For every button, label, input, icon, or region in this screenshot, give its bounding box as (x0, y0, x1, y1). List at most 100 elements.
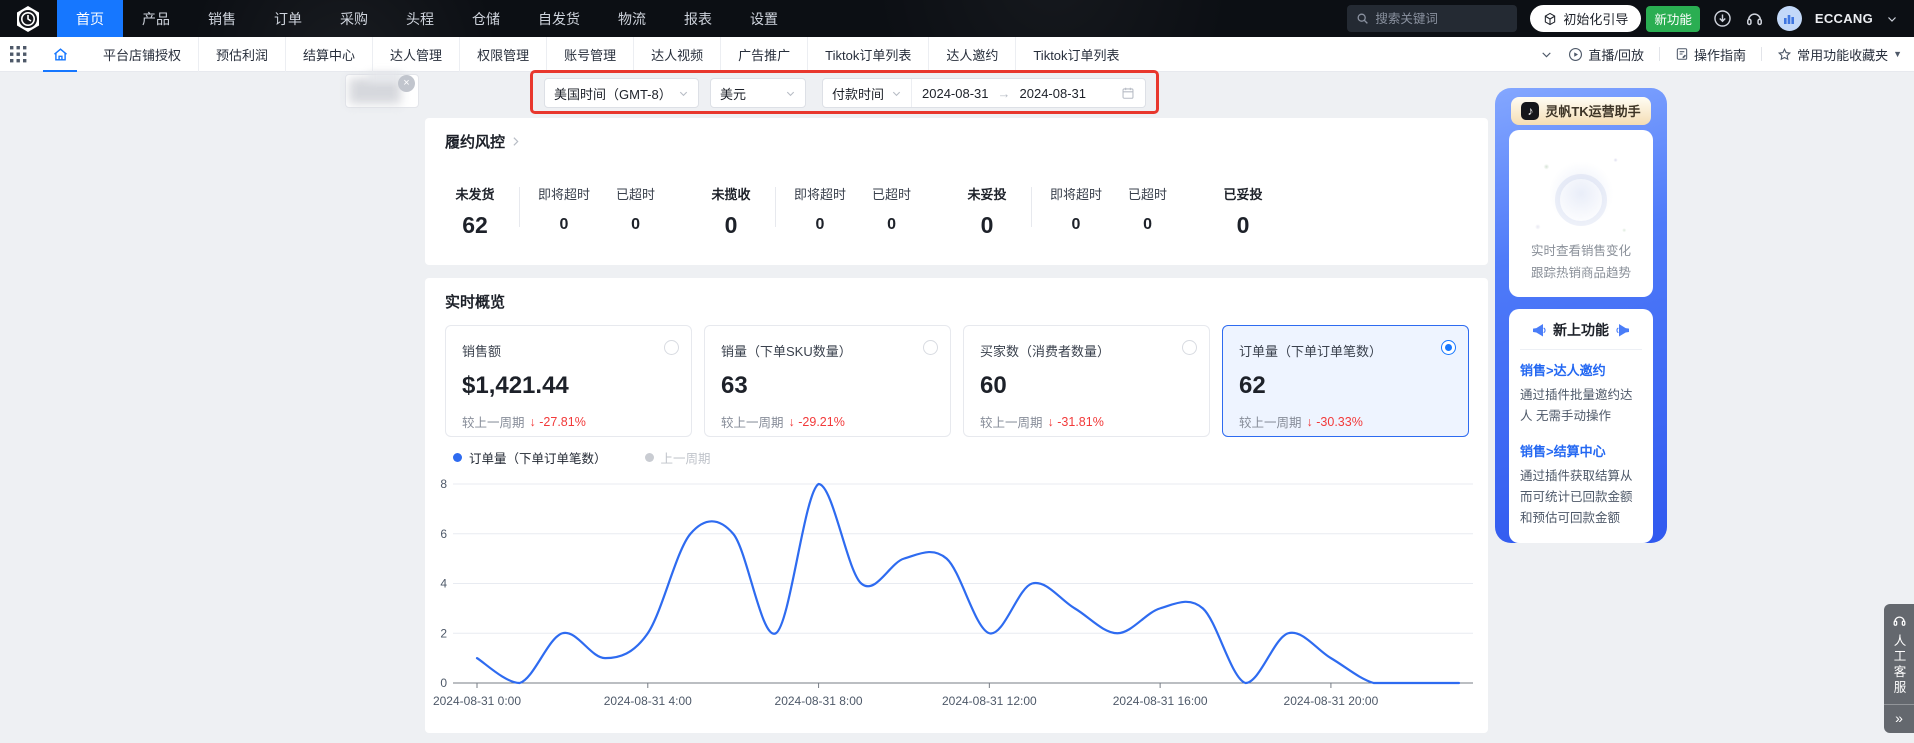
fulfillment-title[interactable]: 履约风控 (445, 131, 522, 152)
apps-grid-icon[interactable] (10, 46, 27, 63)
stat-about-to-timeout[interactable]: 即将超时0 (794, 184, 846, 239)
sub-nav-right: 直播/回放 操作指南 常用功能收藏夹 ▼ (1540, 45, 1914, 64)
top-menu-logistics[interactable]: 物流 (599, 0, 665, 37)
svg-text:2024-08-31 4:00: 2024-08-31 4:00 (604, 694, 692, 708)
divider (1659, 47, 1660, 61)
date-end-value: 2024-08-31 (1020, 86, 1087, 101)
svg-text:2024-08-31 8:00: 2024-08-31 8:00 (775, 694, 863, 708)
top-menu-product[interactable]: 产品 (123, 0, 189, 37)
tab-account-management[interactable]: 账号管理 (547, 37, 634, 72)
favorites-link[interactable]: 常用功能收藏夹 ▼ (1777, 45, 1902, 64)
chevron-down-icon (785, 88, 796, 99)
cube-icon (1543, 12, 1557, 26)
new-features-title: 新上功能 (1553, 320, 1609, 340)
init-guide-label: 初始化引导 (1563, 9, 1628, 28)
tab-tiktok-order-list-2[interactable]: Tiktok订单列表 (1016, 37, 1136, 72)
new-feature-badge: 新功能 (1646, 6, 1700, 32)
orders-line-chart: 024682024-08-31 0:002024-08-31 4:002024-… (425, 468, 1485, 723)
top-menu-settings[interactable]: 设置 (731, 0, 797, 37)
tk-assistant-panel: ♪ 灵帆TK运营助手 实时查看销售变化 跟踪热销商品趋势 新上功能 销售>达人邀… (1495, 88, 1667, 543)
date-range-picker[interactable]: 2024-08-31 → 2024-08-31 (912, 86, 1145, 101)
radio-unchecked[interactable] (664, 340, 679, 355)
top-menu-purchase[interactable]: 采购 (321, 0, 387, 37)
tab-permission-management[interactable]: 权限管理 (460, 37, 547, 72)
tab-tiktok-order-list-1[interactable]: Tiktok订单列表 (808, 37, 929, 72)
stat-group-delivered: 已妥投 0 (1215, 184, 1271, 239)
app-logo-icon[interactable] (13, 4, 43, 34)
top-menu-warehouse[interactable]: 仓储 (453, 0, 519, 37)
tab-creator-video[interactable]: 达人视频 (634, 37, 721, 72)
home-tab[interactable] (40, 37, 80, 72)
radio-checked[interactable] (1441, 340, 1456, 355)
stat-uncollected[interactable]: 未揽收 0 (703, 184, 759, 239)
top-menu-sales[interactable]: 销售 (189, 0, 255, 37)
svg-text:2024-08-31 20:00: 2024-08-31 20:00 (1284, 694, 1379, 708)
svg-text:2024-08-31 16:00: 2024-08-31 16:00 (1113, 694, 1208, 708)
download-icon[interactable] (1713, 9, 1732, 28)
timezone-select[interactable]: 美国时间（GMT-8） (544, 78, 699, 108)
stat-timed-out[interactable]: 已超时0 (872, 184, 911, 239)
date-type-select[interactable]: 付款时间 (823, 79, 912, 107)
legend-order-count[interactable]: 订单量（下单订单笔数） (453, 448, 607, 467)
assistant-promo-card[interactable]: 实时查看销售变化 跟踪热销商品趋势 (1509, 130, 1653, 297)
store-clear-icon[interactable]: × (398, 75, 415, 92)
top-menu: 首页 产品 销售 订单 采购 头程 仓储 自发货 物流 报表 设置 (57, 0, 797, 37)
radio-unchecked[interactable] (923, 340, 938, 355)
down-arrow-icon: ↓ (1048, 415, 1054, 429)
stat-unshipped[interactable]: 未发货 62 (447, 184, 503, 239)
account-name[interactable]: ECCANG (1815, 11, 1873, 26)
stat-delivered[interactable]: 已妥投 0 (1215, 184, 1271, 239)
chevron-down-icon (891, 88, 902, 99)
support-label: 人工客服 (1890, 634, 1909, 696)
tab-creator-invite[interactable]: 达人邀约 (929, 37, 1016, 72)
promo-illustration-ring (1555, 174, 1607, 226)
top-menu-home[interactable]: 首页 (57, 0, 123, 37)
top-menu-self-fulfillment[interactable]: 自发货 (519, 0, 599, 37)
stat-about-to-timeout[interactable]: 即将超时0 (1050, 184, 1102, 239)
currency-select[interactable]: 美元 (710, 78, 806, 108)
down-arrow-icon: ↓ (530, 415, 536, 429)
top-menu-first-leg[interactable]: 头程 (387, 0, 453, 37)
stat-undelivered[interactable]: 未妥投 0 (959, 184, 1015, 239)
tabs-overflow-chevron-icon[interactable] (1540, 48, 1553, 61)
live-replay-link[interactable]: 直播/回放 (1568, 45, 1644, 64)
top-menu-orders[interactable]: 订单 (255, 0, 321, 37)
top-nav-right: 初始化引导 新功能 ECCANG (1347, 5, 1914, 32)
account-chevron-down-icon[interactable] (1886, 13, 1898, 25)
chevron-right-icon (509, 135, 522, 148)
feature-link-settlement[interactable]: 销售>结算中心 (1520, 441, 1642, 460)
calendar-icon (1121, 86, 1135, 100)
customer-support-widget[interactable]: 人工客服 » (1884, 604, 1914, 733)
date-filter: 付款时间 2024-08-31 → 2024-08-31 (822, 78, 1146, 108)
operation-guide-link[interactable]: 操作指南 (1675, 45, 1746, 64)
feature-desc: 通过插件获取结算从而可统计已回款金额和预估可回款金额 (1520, 466, 1642, 529)
card-sku-quantity[interactable]: 销量（下单SKU数量） 63 较上一周期↓ -29.21% (704, 325, 951, 437)
timezone-value: 美国时间（GMT-8） (554, 84, 672, 103)
tab-ad-promotion[interactable]: 广告推广 (721, 37, 808, 72)
card-order-count[interactable]: 订单量（下单订单笔数） 62 较上一周期↓ -30.33% (1222, 325, 1469, 437)
card-sales-amount[interactable]: 销售额 $1,421.44 较上一周期↓ -27.81% (445, 325, 692, 437)
tab-creator-management[interactable]: 达人管理 (373, 37, 460, 72)
feature-link-creator-invite[interactable]: 销售>达人邀约 (1520, 360, 1642, 379)
search-input[interactable] (1375, 12, 1508, 26)
avatar[interactable] (1777, 6, 1802, 31)
stat-timed-out[interactable]: 已超时0 (616, 184, 655, 239)
global-search[interactable] (1347, 5, 1517, 32)
fulfillment-risk-panel: 履约风控 未发货 62 即将超时0 已超时0 未揽收 0 即将超时0 已超时0 (425, 118, 1488, 265)
init-guide-button[interactable]: 初始化引导 (1530, 5, 1641, 32)
top-menu-reports[interactable]: 报表 (665, 0, 731, 37)
svg-text:2: 2 (440, 626, 447, 640)
tab-estimated-profit[interactable]: 预估利润 (199, 37, 286, 72)
legend-previous-period[interactable]: 上一周期 (645, 448, 711, 467)
tab-platform-store-auth[interactable]: 平台店铺授权 (86, 37, 199, 72)
tk-assistant-header[interactable]: ♪ 灵帆TK运营助手 (1511, 97, 1650, 125)
feature-desc: 通过插件批量邀约达人 无需手动操作 (1520, 385, 1642, 427)
card-buyers[interactable]: 买家数（消费者数量） 60 较上一周期↓ -31.81% (963, 325, 1210, 437)
collapse-chevrons-icon[interactable]: » (1895, 705, 1903, 733)
overview-title: 实时概览 (445, 291, 505, 312)
radio-unchecked[interactable] (1182, 340, 1197, 355)
stat-timed-out[interactable]: 已超时0 (1128, 184, 1167, 239)
headset-icon[interactable] (1745, 9, 1764, 28)
stat-about-to-timeout[interactable]: 即将超时0 (538, 184, 590, 239)
tab-settlement-center[interactable]: 结算中心 (286, 37, 373, 72)
